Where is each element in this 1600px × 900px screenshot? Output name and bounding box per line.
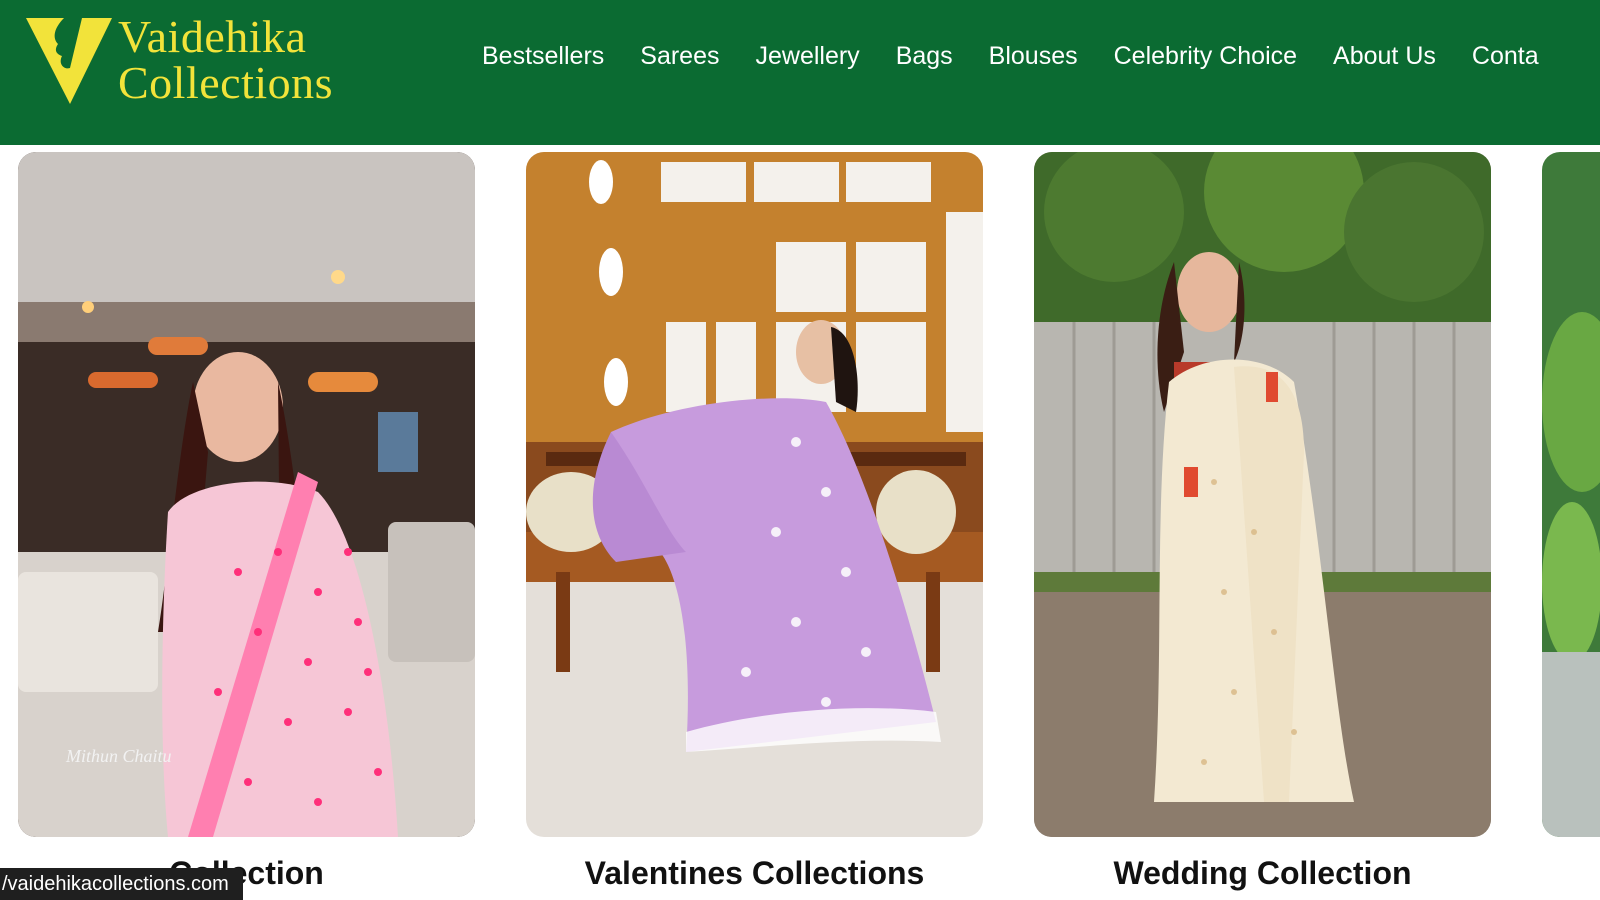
brand-name-line1: Vaidehika [118, 11, 307, 62]
collection-card-image[interactable] [1034, 152, 1491, 837]
link-preview-status-bar: /vaidehikacollections.com [0, 868, 243, 900]
nav-blouses[interactable]: Blouses [989, 42, 1078, 71]
woman-lavender-saree-photo [526, 152, 983, 837]
logo-icon [26, 18, 112, 104]
collection-card-image[interactable] [526, 152, 983, 837]
nav-celebrity-choice[interactable]: Celebrity Choice [1114, 42, 1297, 71]
photo-signature: Mithun Chaitu [65, 746, 172, 766]
collection-card-image[interactable] [1542, 152, 1600, 837]
brand-name: Vaidehika Collections [118, 14, 333, 106]
brand-logo[interactable]: Vaidehika Collections [24, 10, 354, 110]
collection-card-image[interactable]: Mithun Chaitu [18, 152, 475, 837]
woman-pink-saree-photo: Mithun Chaitu [18, 152, 475, 837]
woman-cream-saree-photo [1034, 152, 1491, 837]
collection-title[interactable]: Valentines Collections [526, 855, 983, 892]
collections-grid: Mithun Chaitu [0, 145, 1600, 900]
brand-name-line2: Collections [118, 57, 334, 108]
nav-jewellery[interactable]: Jewellery [755, 42, 859, 71]
nav-sarees[interactable]: Sarees [640, 42, 719, 71]
nav-bestsellers[interactable]: Bestsellers [482, 42, 604, 71]
partial-garden-photo [1542, 152, 1600, 837]
site-header: Vaidehika Collections Bestsellers Sarees… [0, 0, 1600, 145]
nav-contact[interactable]: Conta [1472, 42, 1539, 71]
nav-bags[interactable]: Bags [896, 42, 953, 71]
nav-about-us[interactable]: About Us [1333, 42, 1436, 71]
collection-title[interactable]: Wedding Collection [1034, 855, 1491, 892]
main-nav: Bestsellers Sarees Jewellery Bags Blouse… [482, 38, 1575, 74]
